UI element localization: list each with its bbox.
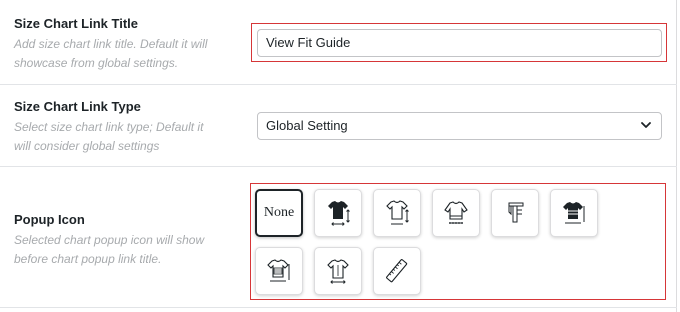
- link-type-description-1: Select size chart link type; Default it: [14, 120, 204, 134]
- link-title-description-1: Add size chart link title. Default it wi…: [14, 37, 208, 51]
- none-label: None: [263, 205, 295, 220]
- link-type-description-2: will consider global settings: [14, 139, 160, 153]
- popup-icon-description-1: Selected chart popup icon will show: [14, 233, 205, 247]
- popup-icon-description-2: before chart popup link title.: [14, 252, 162, 266]
- row-divider: [0, 84, 677, 85]
- popup-icon-option-tshirt-dimensions[interactable]: [314, 247, 362, 295]
- tshirt-filled-measure-icon: [328, 201, 350, 226]
- popup-icon-option-caliper[interactable]: [491, 189, 539, 237]
- popup-icon-option-tshirt-outline[interactable]: [373, 189, 421, 237]
- tshirt-chart-measure-icon: [267, 259, 290, 282]
- popup-icon-option-sweater[interactable]: [432, 189, 480, 237]
- chevron-down-icon: [641, 122, 651, 128]
- popup-icon-option-tshirt-filled[interactable]: [314, 189, 362, 237]
- sweater-measure-icon: [444, 201, 468, 224]
- row-divider: [0, 307, 677, 308]
- popup-icon-option-ruler[interactable]: [373, 247, 421, 295]
- link-title-label: Size Chart Link Title: [14, 16, 139, 31]
- link-type-label: Size Chart Link Type: [14, 99, 141, 114]
- popup-icon-option-tshirt-chart[interactable]: [255, 247, 303, 295]
- link-type-selected-value: Global Setting: [266, 118, 348, 133]
- popup-icon-option-none[interactable]: None: [255, 189, 303, 237]
- tshirt-outline-measure-icon: [386, 200, 409, 225]
- ruler-icon: [386, 259, 408, 283]
- link-title-input[interactable]: View Fit Guide: [257, 29, 662, 57]
- link-type-select[interactable]: Global Setting: [257, 112, 662, 140]
- tshirt-dimensions-icon: [327, 259, 349, 284]
- tshirt-striped-measure-icon: [563, 202, 585, 224]
- row-divider: [0, 166, 677, 167]
- popup-icon-option-tshirt-striped[interactable]: [550, 189, 598, 237]
- link-title-description-2: showcase from global settings.: [14, 56, 179, 70]
- popup-icon-label: Popup Icon: [14, 212, 85, 227]
- caliper-icon: [508, 202, 524, 223]
